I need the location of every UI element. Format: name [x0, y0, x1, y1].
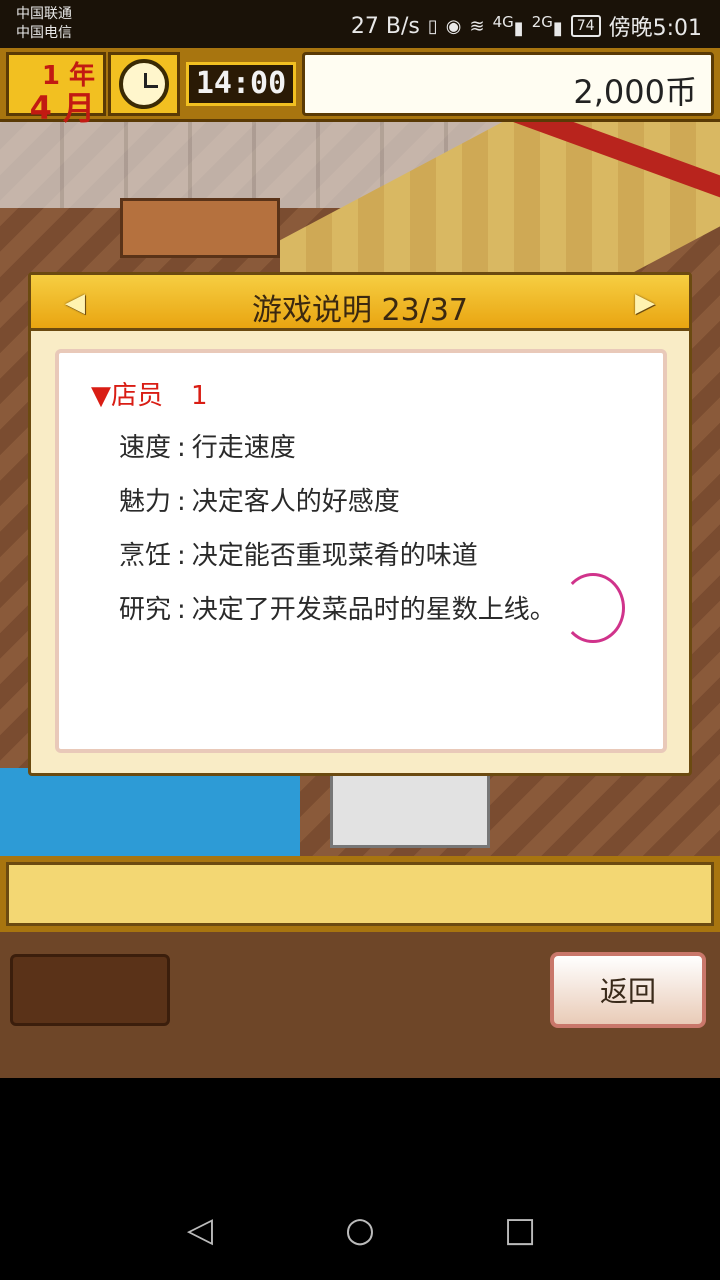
stat-separator: : — [177, 433, 186, 463]
square-recent-icon[interactable]: □ — [500, 1210, 540, 1250]
stat-separator: : — [177, 541, 186, 571]
instructions-panel: ▼店员 1 速度: 行走速度 魅力: 决定客人的好感度 烹饪: 决定能否重现菜肴的味道 … — [55, 349, 667, 753]
stat-separator: : — [177, 487, 186, 517]
stat-description: 决定了开发菜品时的星数上线。 — [191, 595, 556, 625]
section-heading: ▼店员 1 — [91, 375, 208, 412]
stat-row-research: 研究: 决定了开发菜品时的星数上线。 — [119, 589, 556, 626]
dialog-header: ◀ 游戏说明 23/37 ▶ — [31, 275, 689, 331]
game-time: 14:00 — [186, 62, 296, 106]
clock-icon — [119, 59, 169, 109]
eye-icon: ◉ — [445, 15, 462, 37]
message-area — [6, 862, 714, 926]
stat-label: 研究 — [119, 595, 172, 625]
heading-number: 1 — [191, 381, 208, 411]
money-value: 2,000币 — [573, 73, 697, 111]
money-display: 2,000币 — [302, 52, 714, 116]
dialog-title: 游戏说明 23/37 — [252, 293, 468, 328]
scene-counter — [120, 198, 280, 258]
scene-water — [0, 768, 300, 858]
battery-icon: 74 — [570, 15, 601, 37]
stat-separator: : — [177, 595, 186, 625]
month-label: 4 月 — [29, 89, 95, 127]
clock-display — [108, 52, 180, 116]
signal-2-icon: 2G▮ — [531, 13, 563, 39]
top-hud: 1 年 4 月 14:00 2,000币 — [0, 48, 720, 127]
heading-label: 店员 — [111, 381, 164, 411]
status-indicators: 27 B/s ▯ ◉ ≋ 4G▮ 2G▮ 74 傍晚5:01 — [351, 10, 702, 42]
triangle-back-icon[interactable]: ◁ — [180, 1210, 220, 1250]
stat-label: 魅力 — [119, 487, 172, 517]
carrier-1: 中国联通 — [16, 6, 72, 22]
stat-description: 行走速度 — [191, 433, 296, 463]
vibrate-icon: ▯ — [427, 15, 438, 37]
clock-text: 傍晚5:01 — [608, 16, 702, 41]
wifi-icon: ≋ — [469, 15, 485, 37]
scene-table — [330, 768, 490, 848]
message-bar — [0, 856, 720, 932]
clock-minute-hand — [144, 85, 158, 88]
system-nav-bar: ◁ ○ □ — [0, 1180, 720, 1280]
signal-1-icon: 4G▮ — [492, 13, 524, 39]
back-button[interactable]: 返回 — [550, 952, 706, 1028]
stat-row-charm: 魅力: 决定客人的好感度 — [119, 481, 400, 518]
stat-description: 决定能否重现菜肴的味道 — [191, 541, 478, 571]
status-bar: 中国联通 中国电信 27 B/s ▯ ◉ ≋ 4G▮ 2G▮ 74 傍晚5:01 — [0, 0, 720, 48]
network-type-1: 4G — [492, 13, 514, 31]
stat-label: 速度 — [119, 433, 172, 463]
game-instructions-dialog: ◀ 游戏说明 23/37 ▶ ▼店员 1 速度: 行走速度 魅力: 决定客人的好感度 … — [28, 272, 692, 776]
carrier-2: 中国电信 — [16, 25, 72, 41]
stat-label: 烹饪 — [119, 541, 172, 571]
stat-row-speed: 速度: 行走速度 — [119, 427, 296, 464]
network-type-2: 2G — [531, 13, 553, 31]
handwritten-circle-annotation — [561, 573, 625, 643]
menu-slot[interactable] — [10, 954, 170, 1026]
network-speed: 27 B/s — [350, 13, 420, 39]
stat-description: 决定客人的好感度 — [191, 487, 400, 517]
chevron-right-icon[interactable]: ▶ — [627, 283, 663, 323]
carrier-info: 中国联通 中国电信 — [16, 5, 72, 43]
circle-home-icon[interactable]: ○ — [340, 1210, 380, 1250]
stat-row-cooking: 烹饪: 决定能否重现菜肴的味道 — [119, 535, 478, 572]
expand-marker-icon: ▼ — [91, 381, 111, 411]
date-display: 1 年 4 月 — [6, 52, 106, 127]
bottom-toolbar: 返回 — [0, 932, 720, 1078]
